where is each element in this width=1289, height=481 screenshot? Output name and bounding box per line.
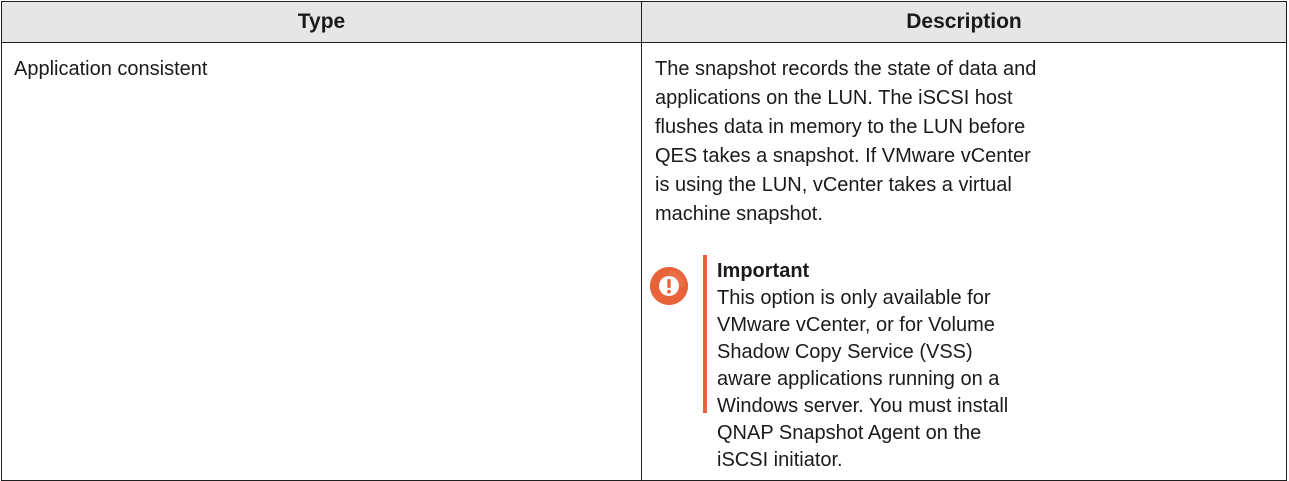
description-text: The snapshot records the state of data a…	[655, 58, 1037, 225]
column-header-type: Type	[1, 1, 642, 43]
description-cell: The snapshot records the state of data a…	[641, 42, 1287, 481]
column-header-description: Description	[641, 1, 1287, 43]
notice-accent-bar	[703, 255, 707, 413]
notice-title: Important	[717, 260, 810, 282]
notice-body: Important This option is only available …	[717, 258, 1027, 474]
important-icon	[650, 267, 688, 305]
snapshot-type-table: Type Description Application consistent …	[1, 1, 1287, 481]
notice-text: This option is only available for VMware…	[717, 287, 1009, 471]
table-row: Application consistent The snapshot reco…	[1, 42, 1287, 481]
type-cell: Application consistent	[1, 42, 642, 481]
important-notice: Important This option is only available …	[650, 255, 1274, 471]
table-header-row: Type Description	[1, 1, 1287, 43]
